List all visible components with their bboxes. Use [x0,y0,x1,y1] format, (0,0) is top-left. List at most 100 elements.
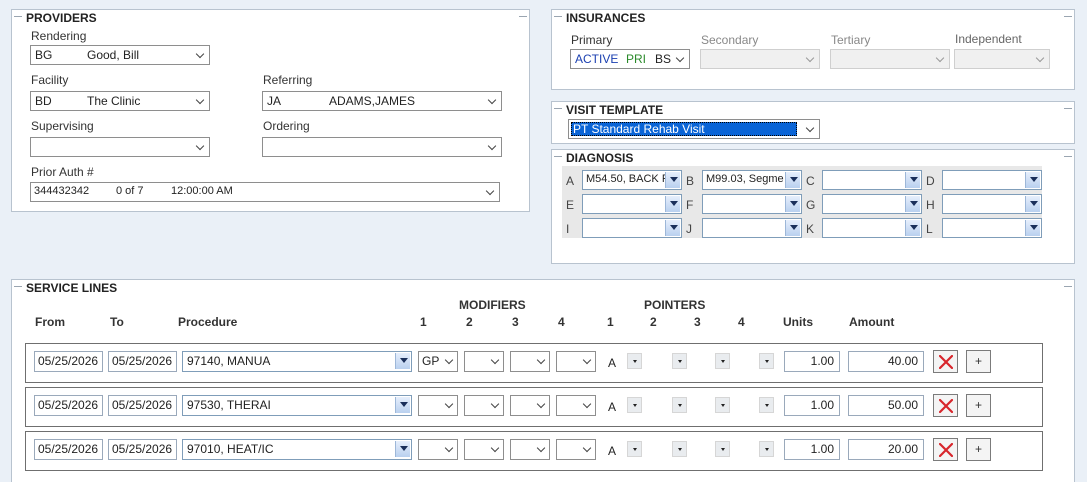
chevron-down-icon [444,355,454,365]
delete-line-button[interactable] [933,350,958,373]
tertiary-insurance-select[interactable] [830,49,950,69]
pointer-1-dropdown[interactable] [627,441,642,457]
from-date-input[interactable]: 05/25/2026 [34,395,103,416]
ordering-select[interactable] [262,137,502,157]
modifier-1-select[interactable]: GP [418,351,458,372]
pointer-1-dropdown[interactable] [627,397,642,413]
modifier-4-select[interactable] [556,439,596,460]
procedure-value: 97140, MANUA [187,354,271,368]
prior-auth-number: 344432342 [34,185,90,197]
chevron-down-icon [1025,220,1040,236]
chevron-down-icon [675,53,685,63]
amount-input[interactable]: 40.00 [848,351,924,372]
pointer-1-dropdown[interactable] [627,353,642,369]
supervising-select[interactable] [30,137,210,157]
chevron-down-icon [395,353,410,369]
chevron-down-icon [785,220,800,236]
chevron-down-icon [536,443,546,453]
modifier-1-select[interactable] [418,439,458,460]
insurances-panel: INSURANCES Primary ACTIVE PRI BS Seconda… [551,9,1075,90]
diagnosis-select-b[interactable]: M99.03, Segme [702,170,802,190]
referring-select[interactable]: JA ADAMS,JAMES [262,91,502,111]
independent-insurance-select[interactable] [954,49,1050,69]
pointer-4-dropdown[interactable] [759,397,774,413]
amount-header: Amount [849,315,895,329]
pointer-3-dropdown[interactable] [715,397,730,413]
modifier-4-select[interactable] [556,351,596,372]
add-line-button[interactable]: + [966,350,991,373]
to-date-input[interactable]: 05/25/2026 [108,439,177,460]
diagnosis-select-j[interactable] [702,218,802,238]
modifier-2-select[interactable] [464,351,504,372]
diagnosis-select-k[interactable] [822,218,922,238]
modifier-2-select[interactable] [464,439,504,460]
panel-corner [554,156,562,157]
visit-template-select[interactable]: PT Standard Rehab Visit [568,119,820,139]
primary-insurance-select[interactable]: ACTIVE PRI BS [570,49,690,69]
rendering-select[interactable]: BG Good, Bill [30,45,210,65]
pointer-4-dropdown[interactable] [759,441,774,457]
visit-template-value: PT Standard Rehab Visit [573,122,705,136]
pointer-2-dropdown[interactable] [672,397,687,413]
diagnosis-select-g[interactable] [822,194,922,214]
diagnosis-grid: A M54.50, BACK F B M99.03, Segme C D E F G H I J K L [562,166,1042,238]
pointer-3-dropdown[interactable] [715,353,730,369]
units-input[interactable]: 1.00 [784,351,840,372]
modifier-3-select[interactable] [510,395,550,416]
diagnosis-select-a[interactable]: M54.50, BACK F [582,170,682,190]
amount-input[interactable]: 50.00 [848,395,924,416]
modifier-2-select[interactable] [464,395,504,416]
units-input[interactable]: 1.00 [784,395,840,416]
primary-status: ACTIVE [575,52,619,66]
chevron-down-icon [195,141,205,151]
panel-corner [1064,108,1072,109]
modifier-4-select[interactable] [556,395,596,416]
rendering-label: Rendering [31,29,87,43]
diagnosis-select-h[interactable] [942,194,1042,214]
panel-corner [1064,16,1072,17]
rendering-name: Good, Bill [87,48,140,62]
pointer-2-dropdown[interactable] [672,441,687,457]
panel-corner [554,108,562,109]
secondary-insurance-select[interactable] [700,49,820,69]
units-header: Units [783,315,813,329]
amount-input[interactable]: 20.00 [848,439,924,460]
modifier-3-select[interactable] [510,439,550,460]
diagnosis-select-d[interactable] [942,170,1042,190]
procedure-select[interactable]: 97140, MANUA [182,351,412,372]
delete-line-button[interactable] [933,438,958,461]
chevron-down-icon [490,443,500,453]
primary-code: BS [655,52,672,66]
delete-line-button[interactable] [933,394,958,417]
add-line-button[interactable]: + [966,438,991,461]
to-date-input[interactable]: 05/25/2026 [108,395,177,416]
pointer-3-dropdown[interactable] [715,441,730,457]
pointer-1-value: A [608,400,617,414]
diagnosis-select-i[interactable] [582,218,682,238]
procedure-header: Procedure [178,315,238,329]
diagnosis-select-e[interactable] [582,194,682,214]
diagnosis-title: DIAGNOSIS [564,151,636,165]
pointer-1-header: 1 [607,315,614,329]
primary-label: Primary [571,33,613,47]
service-line-row: 05/25/2026 05/25/2026 97010, HEAT/IC A 1.00 2… [25,431,1043,471]
modifier-1-select[interactable] [418,395,458,416]
procedure-select[interactable]: 97010, HEAT/IC [182,439,412,460]
prior-auth-select[interactable]: 344432342 0 of 7 12:00:00 AM [30,182,500,202]
diagnosis-select-f[interactable] [702,194,802,214]
chevron-down-icon [582,399,592,409]
diagnosis-select-l[interactable] [942,218,1042,238]
to-date-input[interactable]: 05/25/2026 [108,351,177,372]
facility-select[interactable]: BD The Clinic [30,91,210,111]
units-input[interactable]: 1.00 [784,439,840,460]
from-date-input[interactable]: 05/25/2026 [34,351,103,372]
modifier-3-select[interactable] [510,351,550,372]
pointer-4-dropdown[interactable] [759,353,774,369]
diagnosis-select-c[interactable] [822,170,922,190]
procedure-select[interactable]: 97530, THERAI [182,395,412,416]
diagnosis-label-b: B [686,174,695,188]
add-line-button[interactable]: + [966,394,991,417]
referring-name: ADAMS,JAMES [329,94,416,108]
pointer-2-dropdown[interactable] [672,353,687,369]
from-date-input[interactable]: 05/25/2026 [34,439,103,460]
